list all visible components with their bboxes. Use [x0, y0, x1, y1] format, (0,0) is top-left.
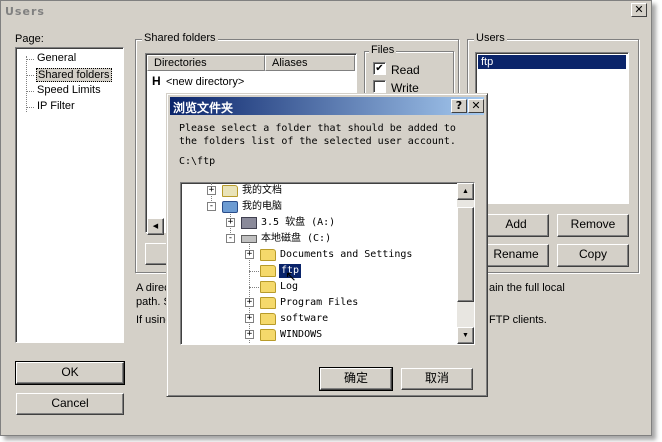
- folder-icon: [260, 313, 276, 325]
- tree-item-software[interactable]: + software: [181, 311, 451, 327]
- dialog-prompt-line-1: Please select a folder that should be ad…: [179, 123, 456, 134]
- folder-icon: [260, 297, 276, 309]
- files-label: Files: [369, 44, 397, 56]
- window-title: Users: [5, 4, 45, 18]
- rename-user-button[interactable]: Rename: [483, 244, 549, 267]
- ok-button[interactable]: OK: [15, 361, 125, 385]
- new-directory-item[interactable]: <new directory>: [166, 76, 244, 88]
- my-documents-icon: [222, 185, 238, 197]
- scroll-thumb[interactable]: [457, 207, 474, 302]
- dialog-ok-button[interactable]: 确定: [319, 367, 393, 391]
- tree-item-local-disk[interactable]: - 本地磁盘 (C:): [181, 231, 451, 247]
- shared-folders-label: Shared folders: [142, 32, 218, 44]
- folder-icon: [260, 329, 276, 341]
- tree-label: 本地磁盘 (C:): [261, 233, 332, 244]
- dialog-cancel-button[interactable]: 取消: [401, 368, 473, 390]
- close-button[interactable]: ✕: [631, 3, 647, 17]
- tree-item-floppy[interactable]: + 3.5 软盘 (A:): [181, 215, 451, 231]
- expand-software[interactable]: +: [245, 314, 254, 323]
- collapse-local-disk[interactable]: -: [226, 234, 235, 243]
- tree-item-log[interactable]: Log: [181, 279, 451, 295]
- selected-path: C:\ftp: [179, 156, 216, 167]
- scroll-up-button[interactable]: ▲: [457, 183, 474, 200]
- tree-vertical-scrollbar[interactable]: ▲ ▼: [457, 183, 474, 344]
- my-computer-icon: [222, 201, 238, 213]
- scroll-left-button[interactable]: ◀: [147, 218, 164, 235]
- tree-label: 3.5 软盘 (A:): [261, 217, 336, 228]
- tree-item-ftp[interactable]: ftp ↖: [181, 263, 451, 283]
- dialog-title-bar[interactable]: 浏览文件夹: [170, 97, 484, 115]
- col-directories[interactable]: Directories: [147, 55, 265, 71]
- folder-tree[interactable]: + 我的文档 - 我的电脑 + 3.5 软盘 (A:) - 本地磁盘 (C:) …: [180, 182, 475, 345]
- tree-item-my-documents[interactable]: + 我的文档: [181, 183, 451, 199]
- tree-item-program-files[interactable]: + Program Files: [181, 295, 451, 311]
- add-user-button[interactable]: Add: [483, 214, 549, 237]
- dialog-close-button[interactable]: ✕: [468, 99, 484, 113]
- dialog-help-button[interactable]: ?: [451, 99, 467, 113]
- tree-label: WINDOWS: [280, 329, 323, 340]
- page-tree[interactable]: General Shared folders Speed Limits IP F…: [15, 47, 124, 343]
- page-label: Page:: [15, 33, 44, 45]
- floppy-drive-icon: [241, 217, 257, 229]
- user-item-ftp[interactable]: ftp: [478, 55, 626, 69]
- page-item-general[interactable]: General: [36, 52, 77, 64]
- tree-label: 我的电脑: [242, 201, 282, 212]
- write-checkbox[interactable]: [373, 80, 386, 93]
- folder-icon: [260, 265, 276, 277]
- collapse-my-computer[interactable]: -: [207, 202, 216, 211]
- browse-folder-dialog: 浏览文件夹 ? ✕ Please select a folder that sh…: [166, 93, 488, 397]
- col-aliases[interactable]: Aliases: [265, 55, 355, 71]
- expand-documents-and-settings[interactable]: +: [245, 250, 254, 259]
- tree-label: Documents and Settings: [280, 249, 413, 260]
- tree-label: software: [280, 313, 329, 324]
- expand-windows[interactable]: +: [245, 330, 254, 339]
- hard-disk-icon: [241, 235, 257, 243]
- dialog-title: 浏览文件夹: [173, 101, 234, 115]
- scroll-down-button[interactable]: ▼: [457, 327, 474, 344]
- expand-floppy[interactable]: +: [226, 218, 235, 227]
- read-checkbox[interactable]: ✔: [373, 62, 386, 75]
- dialog-prompt-line-2: the folders list of the selected user ac…: [179, 136, 456, 147]
- copy-user-button[interactable]: Copy: [557, 244, 629, 267]
- tree-item-documents-and-settings[interactable]: + Documents and Settings: [181, 247, 451, 263]
- description-line-1: A direc: [136, 282, 170, 294]
- tree-label: Log: [280, 281, 299, 292]
- home-dir-marker: H: [152, 74, 161, 88]
- users-list[interactable]: ftp: [475, 52, 629, 204]
- page-item-speed-limits[interactable]: Speed Limits: [36, 84, 102, 96]
- expand-my-documents[interactable]: +: [207, 186, 216, 195]
- description-right-1: ain the full local: [489, 282, 565, 294]
- cancel-button[interactable]: Cancel: [16, 393, 124, 415]
- folder-icon: [260, 281, 276, 293]
- expand-program-files[interactable]: +: [245, 298, 254, 307]
- tree-label: 我的文档: [242, 185, 282, 196]
- users-label: Users: [474, 32, 507, 44]
- title-bar[interactable]: Users: [3, 3, 649, 19]
- description-right-3: FTP clients.: [489, 314, 547, 326]
- page-item-shared-folders[interactable]: Shared folders: [36, 68, 112, 82]
- read-label: Read: [391, 63, 420, 77]
- remove-user-button[interactable]: Remove: [557, 214, 629, 237]
- folder-icon: [260, 249, 276, 261]
- tree-item-my-computer[interactable]: - 我的电脑: [181, 199, 451, 215]
- page-item-ip-filter[interactable]: IP Filter: [36, 100, 76, 112]
- tree-item-windows[interactable]: + WINDOWS: [181, 327, 451, 343]
- tree-label: Program Files: [280, 297, 359, 308]
